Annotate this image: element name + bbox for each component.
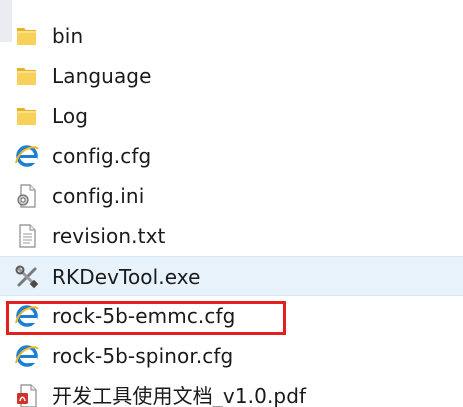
list-item-rkdevtool-exe[interactable]: RKDevTool.exe — [0, 256, 463, 296]
file-name: revision.txt — [52, 224, 166, 248]
text-file-icon — [19, 224, 36, 248]
folder-icon — [17, 28, 36, 45]
folder-icon — [17, 108, 36, 125]
file-list: bin Language Log config.cfg config.ini r… — [0, 16, 463, 407]
list-item-pdf-document[interactable]: 开发工具使用文档_v1.0.pdf — [0, 376, 463, 407]
list-item-bin[interactable]: bin — [0, 16, 463, 56]
list-item-revision-txt[interactable]: revision.txt — [0, 216, 463, 256]
folder-icon — [17, 68, 36, 85]
list-item-language[interactable]: Language — [0, 56, 463, 96]
file-name: 开发工具使用文档_v1.0.pdf — [52, 384, 307, 407]
file-name: config.ini — [52, 184, 145, 208]
ie-document-icon — [15, 345, 39, 367]
file-name: bin — [52, 24, 84, 48]
file-name: Language — [52, 64, 152, 88]
file-name: RKDevTool.exe — [52, 265, 201, 289]
tools-exe-icon — [15, 265, 39, 289]
config-settings-icon — [17, 184, 36, 208]
ie-document-icon — [15, 145, 39, 167]
red-highlight-annotation — [6, 301, 286, 335]
file-name: config.cfg — [52, 144, 152, 168]
list-item-config-cfg[interactable]: config.cfg — [0, 136, 463, 176]
file-name: Log — [52, 104, 89, 128]
file-explorer-window: bin Language Log config.cfg config.ini r… — [0, 0, 463, 407]
list-item-log[interactable]: Log — [0, 96, 463, 136]
file-name: rock-5b-spinor.cfg — [52, 344, 234, 368]
pdf-icon — [17, 384, 37, 407]
list-item-rock-5b-spinor-cfg[interactable]: rock-5b-spinor.cfg — [0, 336, 463, 376]
list-item-config-ini[interactable]: config.ini — [0, 176, 463, 216]
